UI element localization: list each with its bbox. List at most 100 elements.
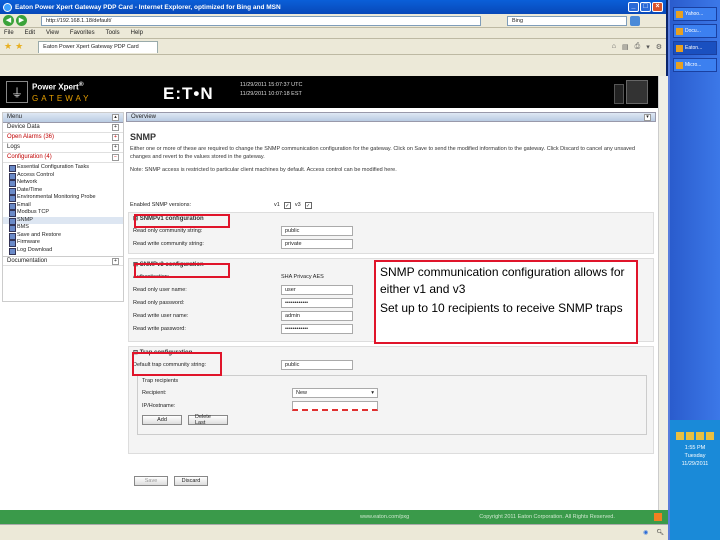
search-icon[interactable]: [630, 15, 640, 26]
trap-recipients-box: Trap recipients Recipient: New ▾ IP/Hostna…: [137, 375, 647, 435]
forward-icon[interactable]: ▶: [16, 15, 27, 26]
nav-sub-essential[interactable]: Essential Configuration Tasks: [3, 164, 123, 172]
zoom-icon[interactable]: 🔍︎: [656, 529, 664, 536]
save-button[interactable]: Save: [134, 476, 168, 486]
taskbar-item-micro[interactable]: Micro...: [673, 58, 717, 72]
nav-sub-bms[interactable]: BMS: [3, 224, 123, 232]
address-toolbar: ◀ ▶ http://192.168.1.18/default/ Bing: [0, 14, 666, 28]
access-note: Note: SNMP access is restricted to parti…: [130, 167, 397, 173]
rw-community-label: Read write community string:: [133, 240, 204, 247]
expand-icon[interactable]: +: [112, 258, 119, 265]
minimize-button[interactable]: _: [628, 2, 639, 12]
nav-documentation[interactable]: Documentation +: [3, 256, 123, 266]
rw-pass-input[interactable]: ••••••••••••: [281, 323, 353, 334]
tray-icon[interactable]: [706, 432, 714, 440]
menu-favorites[interactable]: Favorites: [70, 30, 95, 36]
ro-pass-input[interactable]: ••••••••••••: [281, 297, 353, 308]
clock-time[interactable]: 1:55 PM: [670, 444, 720, 452]
footer-link[interactable]: www.eaton.com/pxg: [360, 514, 409, 520]
trap-community-input[interactable]: public: [281, 359, 353, 370]
enabled-versions-label: Enabled SNMP versions:: [130, 202, 192, 208]
taskbar-item-eaton[interactable]: Eaton...: [673, 41, 717, 55]
taskbar-app-icon: [676, 44, 683, 52]
nav-sub-save-restore[interactable]: Save and Restore: [3, 232, 123, 239]
expand-icon[interactable]: +: [112, 144, 119, 151]
rw-pass-label: Read write password:: [133, 325, 186, 332]
v1-checkbox[interactable]: ✓: [283, 202, 291, 209]
collapse-icon[interactable]: ▴: [112, 114, 119, 121]
nav-configuration[interactable]: Configuration (4) −: [3, 153, 123, 163]
nav-sub-emp[interactable]: Environmental Monitoring Probe: [3, 194, 123, 202]
ro-user-input[interactable]: user: [281, 284, 353, 295]
ups-image: [626, 80, 648, 104]
rw-community-input[interactable]: private: [281, 238, 353, 249]
maximize-button[interactable]: □: [640, 2, 651, 12]
expand-icon[interactable]: +: [112, 134, 119, 141]
nav-open-alarms[interactable]: Open Alarms (36) +: [3, 133, 123, 143]
nav-device-data[interactable]: Device Data +: [3, 123, 123, 133]
nav-sub-snmp[interactable]: SNMP: [3, 216, 123, 224]
taskbar-app-icon: [676, 61, 683, 69]
v3-checkbox[interactable]: ✓: [304, 202, 312, 209]
back-icon[interactable]: ◀: [3, 15, 14, 26]
callout-line-1: SNMP communication configuration allows …: [380, 265, 625, 296]
nav-sub-access-control[interactable]: Access Control: [3, 172, 123, 179]
nav-sub-network[interactable]: Network: [3, 179, 123, 187]
system-time-local: 11/29/2011 10:07:18 EST: [240, 91, 302, 97]
system-time-utc: 11/29/2011 15:07:37 UTC: [240, 82, 303, 88]
feeds-icon[interactable]: ▤: [622, 43, 629, 51]
address-input[interactable]: http://192.168.1.18/default/: [41, 15, 481, 26]
nav-sub-modbus[interactable]: Modbus TCP: [3, 209, 123, 217]
rw-user-input[interactable]: admin: [281, 310, 353, 321]
callout-line-2: Set up to 10 recipients to receive SNMP …: [380, 301, 623, 315]
add-favorites-icon[interactable]: ★: [15, 41, 23, 52]
tools-menu-icon[interactable]: ⚙: [656, 43, 662, 51]
brand-gateway: GATEWAY: [32, 93, 92, 103]
browser-tab[interactable]: Eaton Power Xpert Gateway PDP Card: [38, 40, 159, 53]
delete-last-button[interactable]: Delete Last: [188, 414, 228, 426]
recipient-select[interactable]: New ▾: [292, 387, 378, 398]
highlight-trap: [132, 352, 222, 376]
close-button[interactable]: ×: [652, 2, 663, 12]
rss-icon[interactable]: [654, 513, 662, 521]
ro-community-label: Read only community string:: [133, 227, 203, 234]
add-recipient-button[interactable]: Add: [142, 415, 182, 425]
recipient-label: Recipient:: [142, 389, 167, 396]
ro-community-input[interactable]: public: [281, 225, 353, 236]
hostname-label: IP/Hostname:: [142, 402, 176, 409]
taskbar-item-docu[interactable]: Docu...: [673, 24, 717, 38]
tray-icon[interactable]: [676, 432, 684, 440]
menu-help[interactable]: Help: [131, 30, 143, 36]
status-globe-icon: ◉: [643, 530, 649, 536]
nav-sub-email[interactable]: Email: [3, 202, 123, 209]
clock-date: 11/29/2011: [681, 461, 709, 467]
nav-sub-firmware[interactable]: Firmware: [3, 239, 123, 247]
menu-edit[interactable]: Edit: [25, 30, 35, 36]
expand-icon[interactable]: +: [112, 124, 119, 131]
collapse-icon[interactable]: −: [112, 154, 119, 161]
clock-day: Tuesday: [684, 453, 706, 459]
page-menu-icon[interactable]: ▾: [646, 43, 650, 51]
hostname-input[interactable]: [292, 400, 378, 411]
tray-icon[interactable]: [696, 432, 704, 440]
nav-sub-datetime[interactable]: Date/Time: [3, 187, 123, 194]
print-icon[interactable]: ⎙: [635, 43, 641, 51]
favorites-star-icon[interactable]: ★: [4, 41, 12, 52]
collapse-icon[interactable]: ▾: [644, 114, 651, 121]
home-icon[interactable]: ⌂: [612, 43, 616, 51]
v3-label: v3: [294, 202, 301, 208]
taskbar-item-yahoo[interactable]: Yahoo...: [673, 7, 717, 21]
ro-pass-label: Read only password:: [133, 299, 185, 306]
tray-icon[interactable]: [686, 432, 694, 440]
menu-tools[interactable]: Tools: [106, 30, 120, 36]
nav-sub-log-download[interactable]: Log Download: [3, 247, 123, 254]
taskbar-app-icon: [676, 10, 683, 18]
nav-logs[interactable]: Logs +: [3, 143, 123, 153]
search-input[interactable]: Bing: [507, 15, 627, 26]
ie-icon: [3, 2, 12, 12]
menu-file[interactable]: File: [4, 30, 14, 36]
menu-view[interactable]: View: [46, 30, 59, 36]
vertical-scrollbar[interactable]: [658, 76, 668, 522]
page-title: SNMP: [130, 132, 157, 142]
discard-button[interactable]: Discard: [174, 476, 208, 486]
